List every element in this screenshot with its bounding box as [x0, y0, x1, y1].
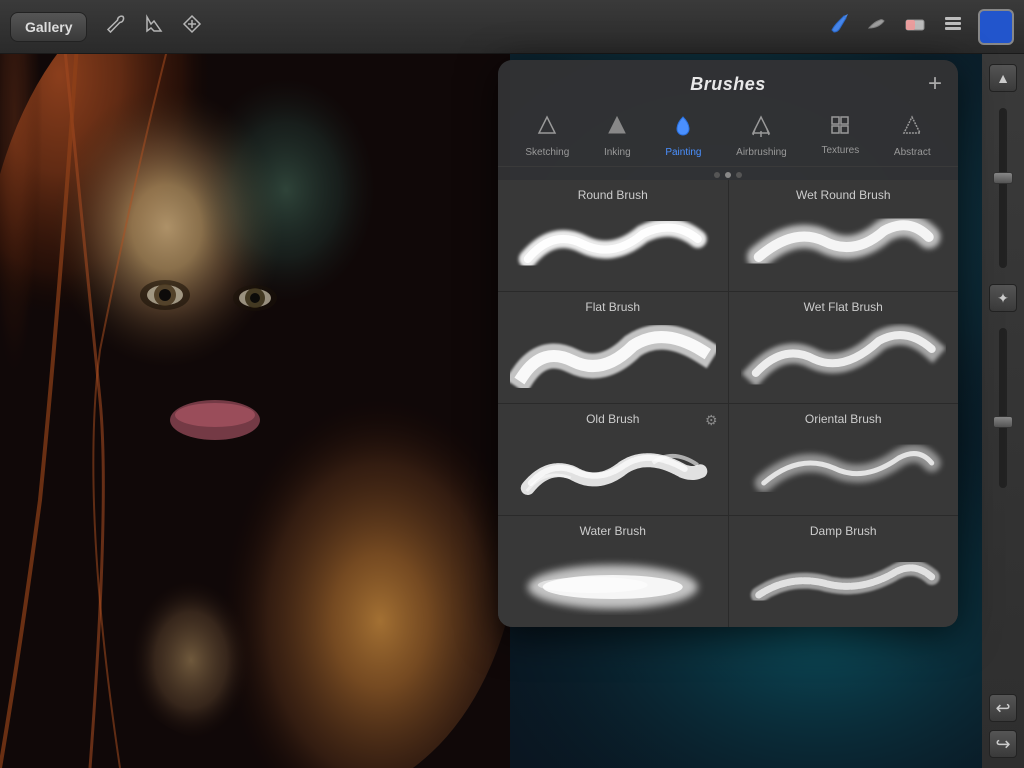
- selection-icon[interactable]: [143, 13, 165, 41]
- tab-textures[interactable]: Textures: [813, 111, 867, 162]
- size-slider-track: [999, 328, 1007, 488]
- sketching-icon: [537, 115, 557, 143]
- wet-flat-brush-label: Wet Flat Brush: [741, 300, 947, 314]
- dot-1: [714, 172, 720, 178]
- inking-label: Inking: [604, 147, 631, 158]
- round-brush-preview: [510, 206, 716, 281]
- gallery-button[interactable]: Gallery: [10, 12, 87, 42]
- add-brush-button[interactable]: +: [928, 72, 942, 96]
- brush-flat-brush[interactable]: Flat Brush: [498, 292, 728, 403]
- wet-flat-brush-preview: [741, 318, 947, 393]
- category-tabs: Sketching Inking Painting: [498, 105, 958, 167]
- transform-icon[interactable]: [181, 13, 203, 41]
- oriental-brush-preview: [741, 430, 947, 505]
- toolbar: Gallery: [0, 0, 1024, 54]
- dot-3: [736, 172, 742, 178]
- airbrushing-label: Airbrushing: [736, 147, 787, 158]
- inking-icon: [607, 115, 627, 143]
- tab-inking[interactable]: Inking: [596, 111, 639, 162]
- redo-btn[interactable]: ↪: [989, 730, 1017, 758]
- opacity-slider-track: [999, 108, 1007, 268]
- textures-icon: [830, 115, 850, 141]
- tab-abstract[interactable]: Abstract: [886, 111, 939, 162]
- tab-painting[interactable]: Painting: [657, 111, 709, 162]
- brush-wet-round-brush[interactable]: Wet Round Brush: [729, 180, 959, 291]
- up-arrow-btn[interactable]: ▲: [989, 64, 1017, 92]
- abstract-label: Abstract: [894, 147, 931, 158]
- wet-round-brush-label: Wet Round Brush: [741, 188, 947, 202]
- painting-icon: [674, 115, 692, 143]
- brush-water-brush[interactable]: Water Brush: [498, 516, 728, 627]
- layers-tool-icon[interactable]: [940, 10, 966, 43]
- page-indicators: [498, 167, 958, 180]
- painting-label: Painting: [665, 147, 701, 158]
- textures-label: Textures: [821, 145, 859, 156]
- damp-brush-preview: [741, 542, 947, 617]
- old-brush-preview: [510, 430, 716, 505]
- wet-round-brush-preview: [741, 206, 947, 281]
- damp-brush-label: Damp Brush: [741, 524, 947, 538]
- right-panel: ▲ ✦ ↩ ↪: [982, 54, 1024, 768]
- smudge-tool-icon[interactable]: [864, 10, 890, 43]
- opacity-slider-thumb[interactable]: [993, 172, 1013, 184]
- color-swatch[interactable]: [978, 9, 1014, 45]
- brush-tool-icon[interactable]: [826, 10, 852, 43]
- brush-round-brush[interactable]: Round Brush: [498, 180, 728, 291]
- flat-brush-label: Flat Brush: [510, 300, 716, 314]
- panel-title: Brushes: [690, 74, 766, 95]
- oriental-brush-label: Oriental Brush: [741, 412, 947, 426]
- plus-btn[interactable]: ✦: [989, 284, 1017, 312]
- old-brush-settings-icon[interactable]: ⚙: [705, 412, 718, 429]
- abstract-icon: [902, 115, 922, 143]
- tab-sketching[interactable]: Sketching: [517, 111, 577, 162]
- dot-2: [725, 172, 731, 178]
- brush-oriental-brush[interactable]: Oriental Brush: [729, 404, 959, 515]
- eraser-tool-icon[interactable]: [902, 10, 928, 43]
- panel-header: Brushes +: [498, 60, 958, 105]
- water-brush-preview: [510, 542, 716, 617]
- undo-btn[interactable]: ↩: [989, 694, 1017, 722]
- brush-grid: Round Brush Wet Round Brush: [498, 180, 958, 627]
- wrench-icon[interactable]: [105, 13, 127, 41]
- flat-brush-preview: [510, 318, 716, 393]
- right-toolbar: [826, 9, 1014, 45]
- sketching-label: Sketching: [525, 147, 569, 158]
- brushes-panel: Brushes + Sketching Inking: [498, 60, 958, 627]
- tab-airbrushing[interactable]: Airbrushing: [728, 111, 795, 162]
- brush-damp-brush[interactable]: Damp Brush: [729, 516, 959, 627]
- airbrushing-icon: [751, 115, 771, 143]
- brush-wet-flat-brush[interactable]: Wet Flat Brush: [729, 292, 959, 403]
- old-brush-label: Old Brush: [510, 412, 716, 426]
- water-brush-label: Water Brush: [510, 524, 716, 538]
- size-slider-thumb[interactable]: [993, 416, 1013, 428]
- brush-old-brush[interactable]: Old Brush ⚙: [498, 404, 728, 515]
- round-brush-label: Round Brush: [510, 188, 716, 202]
- portrait-image: [0, 0, 510, 768]
